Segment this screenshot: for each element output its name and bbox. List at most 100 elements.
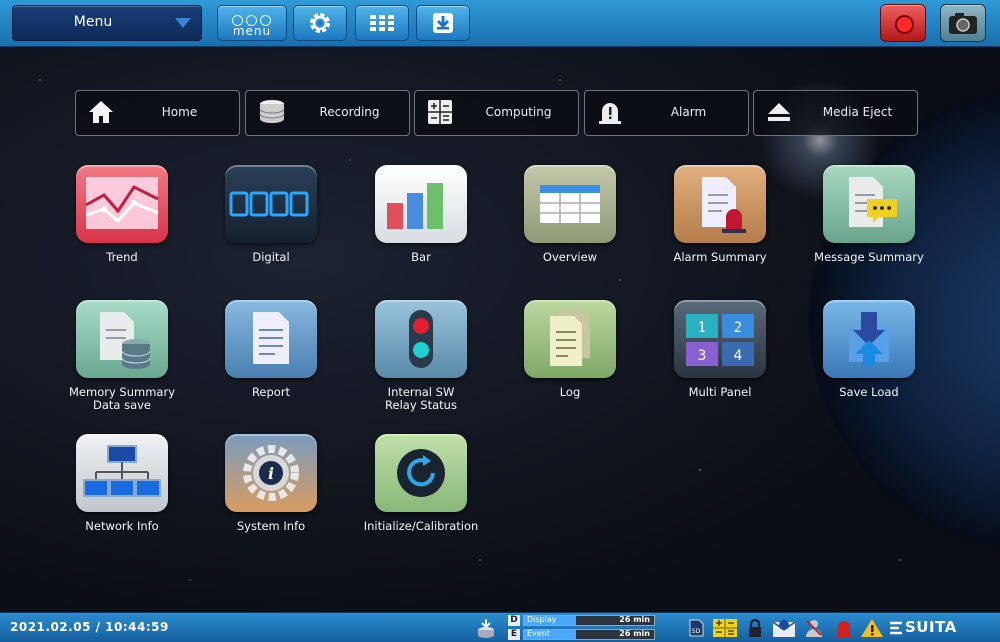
app-network-info[interactable]: Network Info — [47, 434, 197, 564]
app-relay-status[interactable]: Internal SW Relay Status — [346, 300, 496, 430]
app-overview[interactable]: Overview — [495, 165, 645, 295]
app-digital-label: Digital — [252, 250, 290, 264]
quick-alarm-button[interactable]: Alarm — [584, 90, 749, 136]
event-memory-row: E Event 26 min — [508, 629, 656, 641]
lock-icon — [749, 618, 761, 637]
app-overview-label: Overview — [542, 250, 598, 264]
app-system-info-label: System Info — [236, 519, 306, 533]
app-network-info-label: Network Info — [85, 519, 159, 533]
message-document-icon — [823, 165, 915, 243]
app-message-summary[interactable]: Message Summary — [794, 165, 944, 295]
alarm-status-icon — [836, 621, 852, 638]
trend-chart-icon — [76, 165, 168, 243]
quick-home-button[interactable]: Home — [75, 90, 240, 136]
display-value: 26 min — [619, 615, 650, 624]
display-label: Display — [527, 615, 557, 624]
relay-light-icon — [375, 300, 467, 378]
svg-text:4: 4 — [734, 348, 743, 364]
storage-icon — [478, 619, 494, 638]
settings-button[interactable] — [293, 5, 347, 41]
brand-logo-icon — [890, 621, 902, 635]
app-alarm-summary[interactable]: Alarm Summary — [645, 165, 795, 295]
grid-view-button[interactable] — [355, 5, 409, 41]
alarm-icon — [599, 103, 621, 124]
app-save-load-label: Save Load — [839, 385, 899, 399]
record-icon — [895, 15, 914, 34]
quick-computing-label: Computing — [485, 105, 552, 119]
user-icon — [806, 620, 822, 637]
memory-usage: D Display 26 min E Event 26 min — [508, 614, 656, 641]
event-progress-bar: Event 26 min — [523, 629, 655, 640]
event-tag: E — [508, 629, 520, 640]
alarm-document-icon — [674, 165, 766, 243]
app-bar-label: Bar — [411, 250, 431, 264]
app-digital[interactable]: Digital — [196, 165, 346, 295]
app-multi-panel[interactable]: 1 2 3 4 Multi Panel — [645, 300, 795, 430]
menu-button-label: menu — [232, 24, 272, 38]
screenshot-button[interactable] — [940, 4, 986, 42]
datetime: 2021.02.05 / 10:44:59 — [10, 620, 169, 634]
computing-status-icon — [713, 619, 737, 637]
quick-recording-label: Recording — [319, 105, 380, 119]
display-progress-bar: Display 26 min — [523, 615, 655, 626]
app-relay-status-label: Internal SW Relay Status — [385, 385, 457, 412]
grid-icon — [370, 15, 394, 31]
refresh-icon — [375, 434, 467, 512]
svg-text:2: 2 — [734, 320, 743, 336]
quick-alarm-label: Alarm — [670, 105, 707, 119]
quick-recording-button[interactable]: Recording — [245, 90, 410, 136]
app-log-label: Log — [559, 385, 581, 399]
report-document-icon — [225, 300, 317, 378]
event-label: Event — [527, 629, 550, 638]
svg-text:i: i — [268, 464, 274, 483]
email-icon — [772, 620, 796, 637]
app-initialize-calibration-label: Initialize/Calibration — [363, 519, 479, 533]
record-button[interactable] — [880, 4, 926, 42]
info-gear-icon: i — [225, 434, 317, 512]
menu-button[interactable]: menu — [217, 5, 287, 41]
app-log[interactable]: Log — [495, 300, 645, 430]
quick-computing-button[interactable]: Computing — [414, 90, 579, 136]
app-trend-label: Trend — [106, 250, 138, 264]
app-alarm-summary-label: Alarm Summary — [673, 250, 767, 264]
home-icon — [89, 101, 113, 123]
network-icon — [76, 434, 168, 512]
sd-card-icon: SD — [689, 619, 704, 637]
quick-media-eject-button[interactable]: Media Eject — [753, 90, 918, 136]
app-memory-summary[interactable]: Memory Summary Data save — [47, 300, 197, 430]
table-icon — [524, 165, 616, 243]
app-trend[interactable]: Trend — [47, 165, 197, 295]
app-multi-panel-label: Multi Panel — [688, 385, 752, 399]
app-system-info[interactable]: i System Info — [196, 434, 346, 564]
app-bar[interactable]: Bar — [346, 165, 496, 295]
svg-text:1: 1 — [698, 320, 707, 336]
top-toolbar: Menu menu — [0, 0, 1000, 47]
chevron-down-icon — [175, 18, 191, 28]
calculator-icon — [428, 100, 452, 124]
app-report[interactable]: Report — [196, 300, 346, 430]
eject-icon — [768, 103, 790, 121]
camera-icon — [949, 13, 977, 34]
svg-text:SD: SD — [692, 628, 701, 635]
brand-name: SUITA — [905, 618, 957, 636]
app-message-summary-label: Message Summary — [814, 250, 924, 264]
status-bar: 2021.02.05 / 10:44:59 D Display 26 min E… — [0, 612, 1000, 642]
display-tag: D — [508, 615, 520, 626]
save-load-icon — [823, 300, 915, 378]
quick-home-label: Home — [161, 105, 198, 119]
app-initialize-calibration[interactable]: Initialize/Calibration — [346, 434, 496, 564]
bar-chart-icon — [375, 165, 467, 243]
menu-dropdown[interactable]: Menu — [12, 5, 202, 41]
multi-panel-icon: 1 2 3 4 — [674, 300, 766, 378]
app-report-label: Report — [251, 385, 291, 399]
digital-display-icon — [225, 165, 317, 243]
menu-dropdown-label: Menu — [73, 14, 113, 30]
app-memory-summary-label: Memory Summary Data save — [69, 385, 175, 412]
memory-database-icon — [76, 300, 168, 378]
event-value: 26 min — [619, 629, 650, 638]
download-icon — [433, 13, 453, 33]
download-button[interactable] — [416, 5, 470, 41]
database-icon — [259, 100, 285, 123]
app-save-load[interactable]: Save Load — [794, 300, 944, 430]
display-memory-row: D Display 26 min — [508, 615, 656, 627]
